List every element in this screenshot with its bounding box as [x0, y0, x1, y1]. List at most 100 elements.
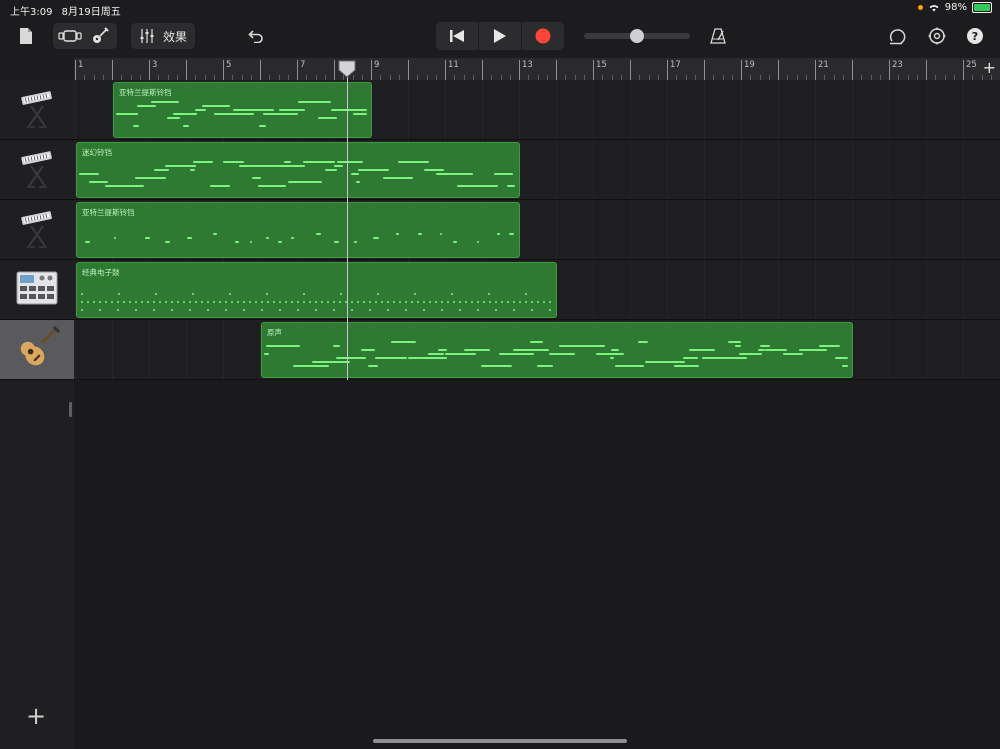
- note-mark: [549, 301, 551, 303]
- note-mark: [165, 301, 167, 303]
- bar-gridline: [482, 80, 483, 139]
- go-to-beginning-button[interactable]: [436, 22, 478, 50]
- loop-browser-button[interactable]: [886, 23, 910, 49]
- note-mark: [318, 117, 338, 119]
- ruler-bar-tick: [223, 60, 224, 80]
- settings-button[interactable]: [925, 23, 949, 49]
- note-mark: [201, 301, 203, 303]
- add-section-button[interactable]: +: [983, 58, 996, 77]
- track-header-resize-handle[interactable]: [69, 402, 72, 417]
- note-mark: [336, 161, 364, 163]
- note-mark: [249, 301, 251, 303]
- track-region[interactable]: 原声: [261, 322, 853, 378]
- note-mark: [278, 345, 300, 347]
- record-button[interactable]: [522, 22, 564, 50]
- track-header[interactable]: [0, 140, 74, 200]
- note-mark: [333, 165, 343, 167]
- note-mark: [243, 309, 245, 311]
- note-mark: [259, 125, 267, 127]
- note-mark: [368, 365, 379, 367]
- bar-gridline: [75, 80, 76, 139]
- note-mark: [637, 341, 648, 343]
- note-mark: [768, 349, 788, 351]
- effects-button[interactable]: 效果: [131, 23, 195, 49]
- timeline-ruler[interactable]: + 1 3 5 7 9 11 13 15 17 19 21 23 25: [74, 58, 1000, 81]
- note-mark: [135, 309, 137, 311]
- note-mark: [495, 309, 497, 311]
- note-mark: [354, 241, 357, 243]
- note-mark: [177, 301, 179, 303]
- note-mark: [507, 301, 509, 303]
- track-header[interactable]: [0, 80, 74, 140]
- track-headers: +: [0, 80, 75, 749]
- note-mark: [113, 237, 116, 239]
- ruler-bar-tick: [926, 60, 927, 80]
- note-mark: [477, 301, 479, 303]
- track-header[interactable]: [0, 200, 74, 260]
- note-mark: [381, 301, 383, 303]
- note-mark: [237, 301, 239, 303]
- note-mark: [525, 293, 527, 295]
- playhead-handle[interactable]: [338, 60, 356, 78]
- track-region[interactable]: 迷幻铃铛: [76, 142, 520, 198]
- ruler-bar-tick: [297, 60, 298, 80]
- note-mark: [297, 309, 299, 311]
- play-button[interactable]: [478, 22, 522, 50]
- ruler-bar-tick: [852, 60, 853, 80]
- master-volume-slider[interactable]: [584, 23, 690, 49]
- track-region[interactable]: 经典电子鼓: [76, 262, 557, 318]
- note-mark: [87, 301, 89, 303]
- note-mark: [782, 353, 804, 355]
- note-mark: [390, 341, 416, 343]
- note-mark: [213, 301, 215, 303]
- help-button[interactable]: ?: [963, 23, 987, 49]
- keyboard-stand-icon: [19, 86, 55, 134]
- track-region[interactable]: 亚特兰提斯铃铛: [76, 202, 520, 258]
- metronome-button[interactable]: [706, 23, 730, 49]
- note-mark: [229, 293, 231, 295]
- note-mark: [375, 301, 377, 303]
- note-mark: [225, 309, 227, 311]
- note-mark: [501, 301, 503, 303]
- note-mark: [453, 301, 455, 303]
- track-header[interactable]: [0, 320, 74, 380]
- note-mark: [549, 353, 576, 355]
- bar-gridline: [741, 200, 742, 259]
- view-toggle-group: [53, 23, 117, 49]
- note-mark: [333, 309, 335, 311]
- note-mark: [842, 365, 848, 367]
- note-mark: [363, 301, 365, 303]
- note-mark: [273, 301, 275, 303]
- note-mark: [111, 301, 113, 303]
- my-songs-button[interactable]: [14, 23, 38, 49]
- bar-gridline: [593, 140, 594, 199]
- note-mark: [580, 345, 606, 347]
- note-mark: [159, 301, 161, 303]
- keyboard-stand-icon: [19, 146, 55, 194]
- bar-gridline: [704, 140, 705, 199]
- note-mark: [334, 241, 339, 243]
- note-mark: [834, 357, 848, 359]
- tracks-view-button[interactable]: [55, 30, 85, 42]
- bar-gridline: [926, 80, 927, 139]
- note-mark: [186, 237, 193, 239]
- note-mark: [513, 309, 515, 311]
- track-header[interactable]: [0, 260, 74, 320]
- note-mark: [189, 301, 191, 303]
- note-mark: [477, 185, 499, 187]
- ruler-bar-tick: [75, 60, 76, 80]
- note-mark: [81, 309, 83, 311]
- note-mark: [738, 353, 762, 355]
- note-mark: [408, 357, 447, 359]
- note-mark: [405, 301, 407, 303]
- track-region[interactable]: 亚特兰提斯铃铛: [113, 82, 372, 138]
- instrument-view-button[interactable]: [85, 27, 115, 45]
- undo-button[interactable]: [244, 23, 268, 49]
- toolbar: 效果 ?: [0, 18, 1000, 58]
- add-track-button[interactable]: +: [26, 702, 46, 730]
- note-mark: [357, 301, 359, 303]
- note-mark: [414, 293, 416, 295]
- note-mark: [374, 357, 408, 359]
- note-mark: [105, 301, 107, 303]
- note-mark: [165, 165, 196, 167]
